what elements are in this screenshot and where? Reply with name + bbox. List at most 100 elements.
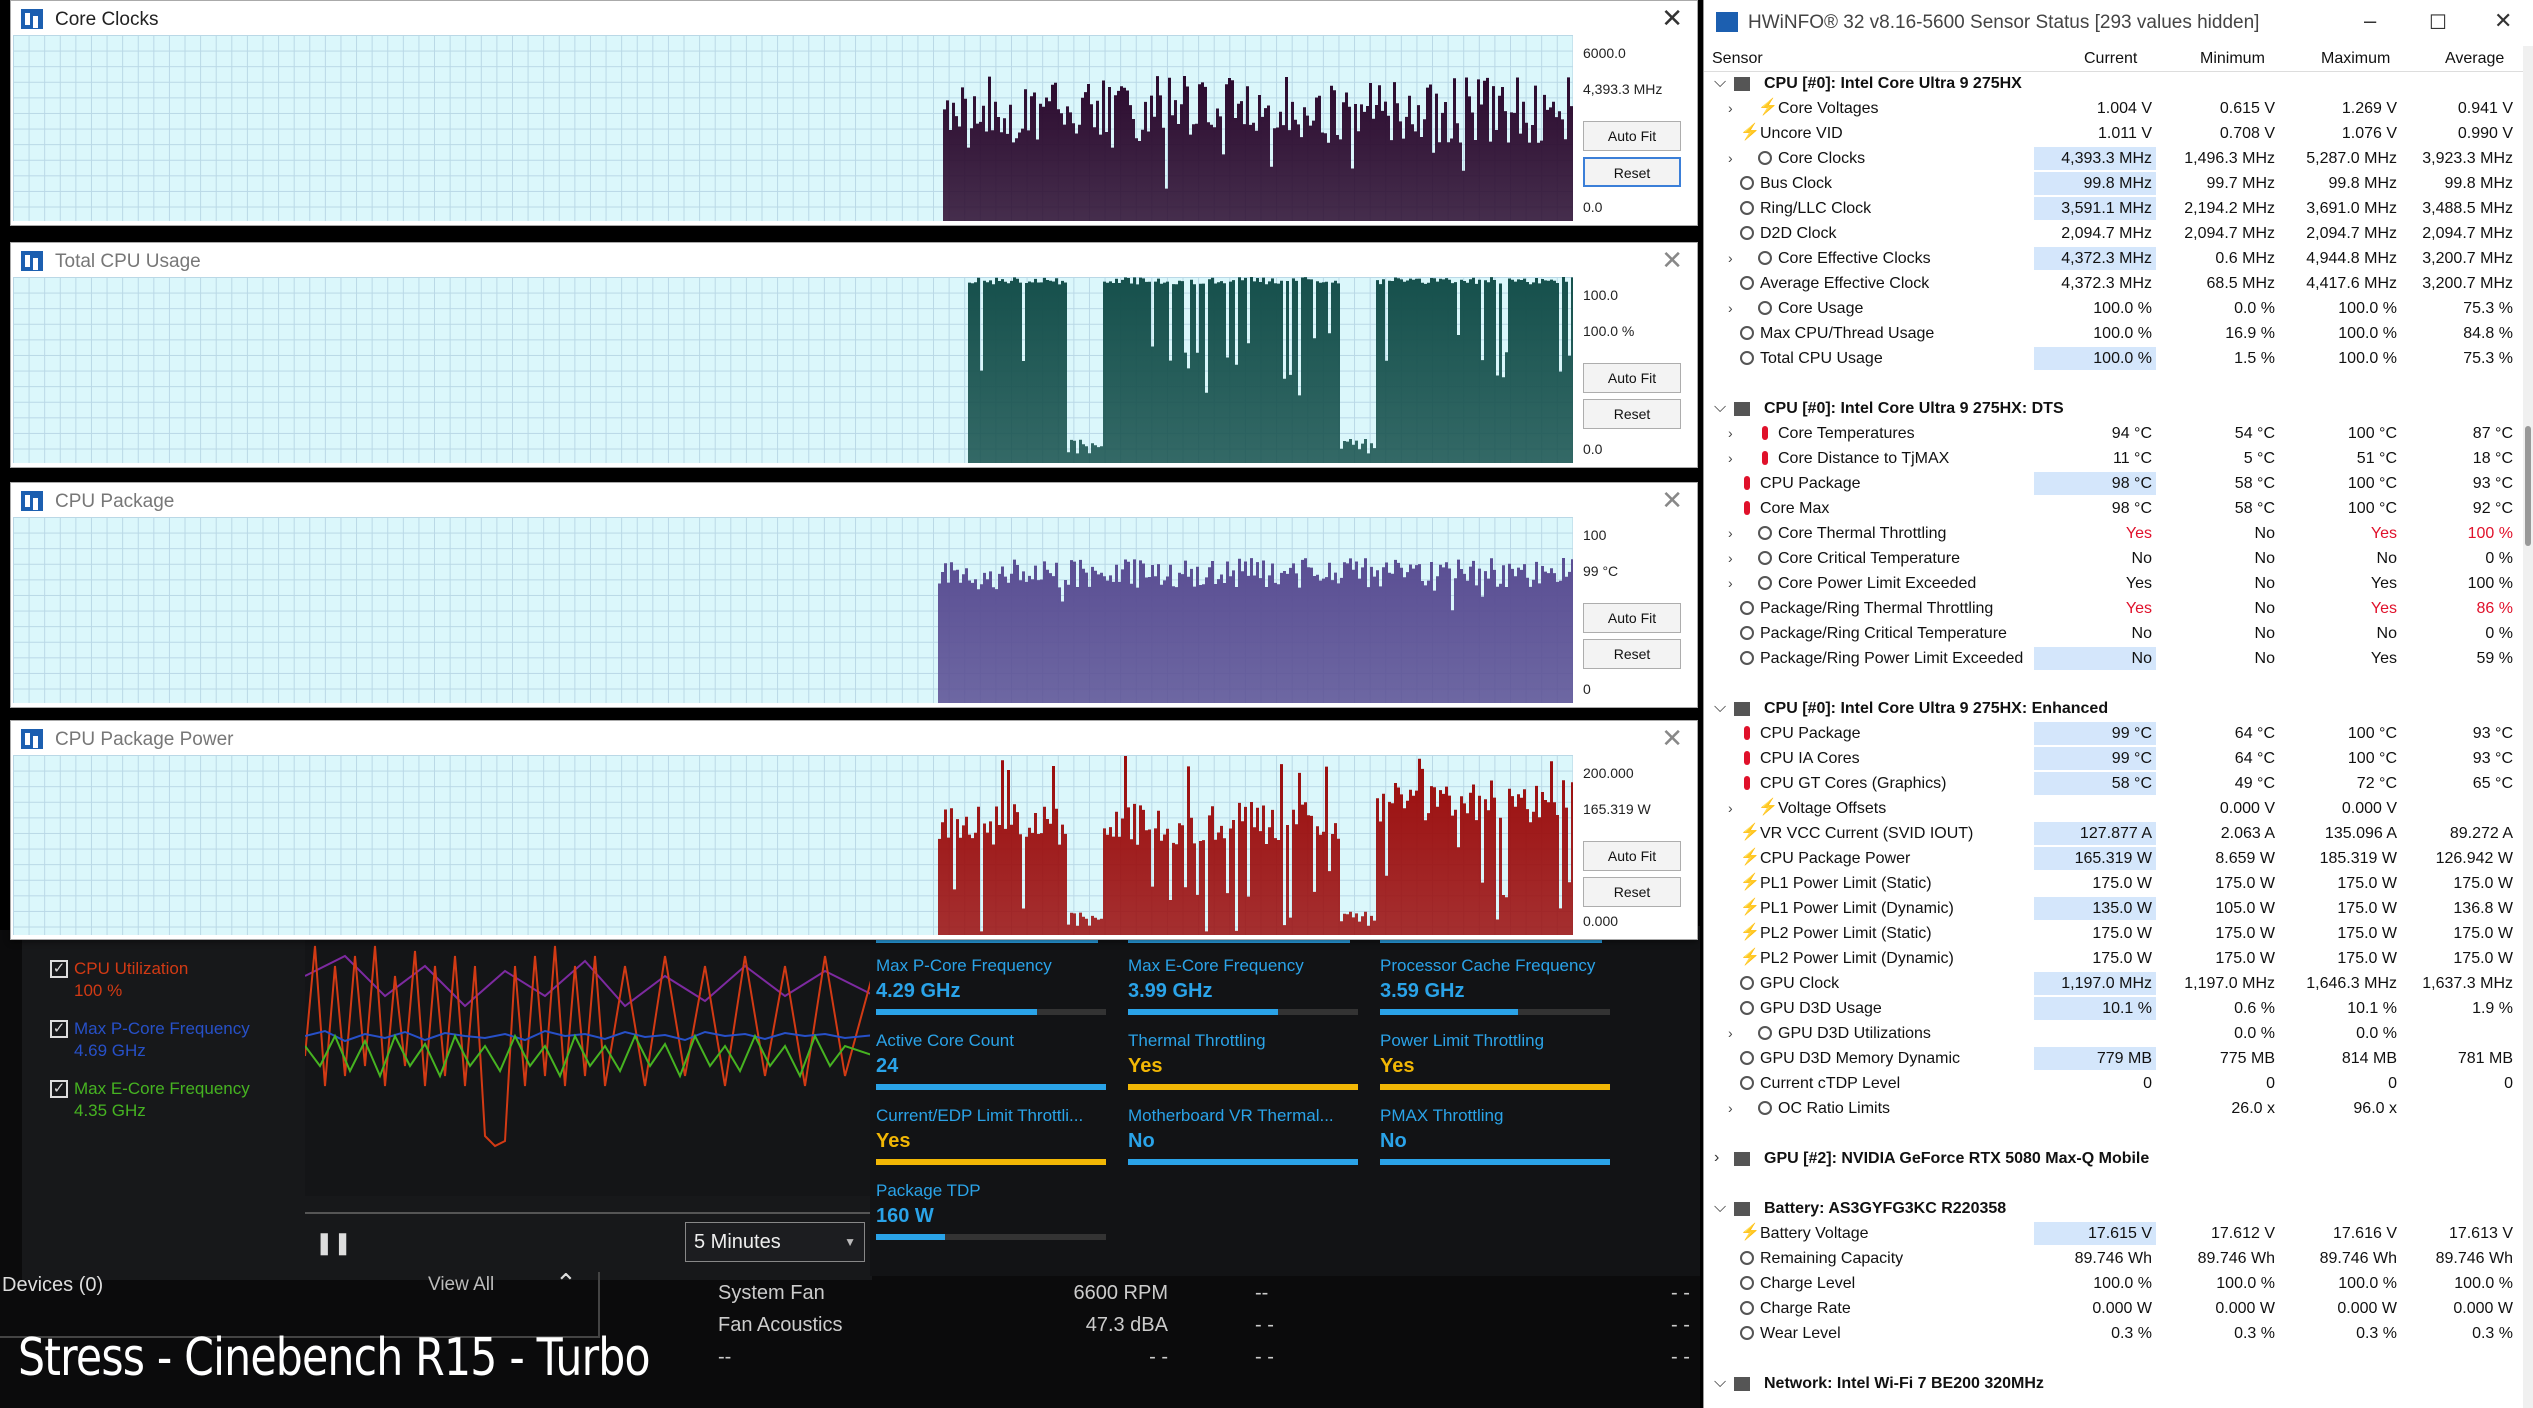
sensor-graph-window[interactable]: Core Clocks ✕ 6000.0 4,393.3 MHz Auto Fi… <box>10 0 1698 226</box>
auto-fit-button[interactable]: Auto Fit <box>1583 603 1681 633</box>
sensor-row[interactable]: › Core Thermal Throttling Yes No Yes 100 … <box>1704 522 2533 547</box>
sensor-row[interactable]: › ⚡ Voltage Offsets 0.000 V 0.000 V <box>1704 797 2533 822</box>
chevron-right-icon[interactable]: › <box>1728 1100 1733 1116</box>
sensor-row[interactable]: › Core Clocks 4,393.3 MHz 1,496.3 MHz 5,2… <box>1704 147 2533 172</box>
sensor-row[interactable]: Total CPU Usage 100.0 % 1.5 % 100.0 % 75… <box>1704 347 2533 372</box>
sensor-row[interactable]: › Core Power Limit Exceeded Yes No Yes 10… <box>1704 572 2533 597</box>
sensor-group[interactable]: ⌵ Network: Intel Wi-Fi 7 BE200 320MHz <box>1704 1372 2533 1397</box>
checkbox-icon[interactable]: ✓ <box>50 960 68 978</box>
reset-button[interactable]: Reset <box>1583 157 1681 187</box>
sensor-group[interactable]: ⌵ CPU [#0]: Intel Core Ultra 9 275HX: DT… <box>1704 397 2533 422</box>
legend-max-p-core[interactable]: ✓ Max P-Core Frequency 4.69 GHz <box>50 1018 250 1062</box>
reset-button[interactable]: Reset <box>1583 399 1681 429</box>
sensor-row[interactable]: ⚡ Uncore VID 1.011 V 0.708 V 1.076 V 0.99… <box>1704 122 2533 147</box>
reset-button[interactable]: Reset <box>1583 639 1681 669</box>
chevron-right-icon[interactable]: › <box>1728 525 1733 541</box>
graph-titlebar[interactable]: Core Clocks ✕ <box>11 1 1697 35</box>
sensor-row[interactable]: ⚡ Battery Voltage 17.615 V 17.612 V 17.61… <box>1704 1222 2533 1247</box>
maximize-icon[interactable]: ☐ <box>2429 10 2447 35</box>
chevron-right-icon[interactable]: › <box>1728 425 1733 441</box>
chevron-down-icon[interactable]: ⌵ <box>1714 399 1726 417</box>
sensor-row[interactable]: › Core Temperatures 94 °C 54 °C 100 °C 87… <box>1704 422 2533 447</box>
chevron-down-icon[interactable]: ⌵ <box>1714 699 1726 717</box>
chevron-right-icon[interactable]: › <box>1714 1149 1719 1167</box>
sensor-row[interactable]: Max CPU/Thread Usage 100.0 % 16.9 % 100.… <box>1704 322 2533 347</box>
chevron-right-icon[interactable]: › <box>1728 250 1733 266</box>
minimize-icon[interactable]: – <box>2364 8 2376 34</box>
checkbox-icon[interactable]: ✓ <box>50 1020 68 1038</box>
chevron-right-icon[interactable]: › <box>1728 450 1733 466</box>
close-icon[interactable]: ✕ <box>1661 245 1683 276</box>
sensor-group[interactable]: ⌵ CPU [#0]: Intel Core Ultra 9 275HX <box>1704 72 2533 97</box>
sensor-row[interactable]: › OC Ratio Limits 26.0 x 96.0 x <box>1704 1097 2533 1122</box>
sensor-row[interactable]: CPU Package 99 °C 64 °C 100 °C 93 °C <box>1704 722 2533 747</box>
legend-cpu-utilization[interactable]: ✓ CPU Utilization 100 % <box>50 958 188 1002</box>
col-sensor[interactable]: Sensor <box>1712 50 1763 68</box>
sensor-row[interactable]: ⚡ VR VCC Current (SVID IOUT) 127.877 A 2.… <box>1704 822 2533 847</box>
chevron-down-icon[interactable]: ⌵ <box>1714 1374 1726 1392</box>
chevron-right-icon[interactable]: › <box>1728 800 1733 816</box>
sensor-graph-window[interactable]: Total CPU Usage ✕ 100.0 100.0 % Auto Fit… <box>10 242 1698 468</box>
col-average[interactable]: Average <box>2445 50 2504 68</box>
sensor-row[interactable]: GPU D3D Memory Dynamic 779 MB 775 MB 814… <box>1704 1047 2533 1072</box>
chevron-right-icon[interactable]: › <box>1728 575 1733 591</box>
col-minimum[interactable]: Minimum <box>2200 50 2265 68</box>
reset-button[interactable]: Reset <box>1583 877 1681 907</box>
legend-max-e-core[interactable]: ✓ Max E-Core Frequency 4.35 GHz <box>50 1078 250 1122</box>
sensor-row[interactable]: CPU Package 98 °C 58 °C 100 °C 93 °C <box>1704 472 2533 497</box>
sensor-row[interactable]: Package/Ring Critical Temperature No No … <box>1704 622 2533 647</box>
sensor-row[interactable]: Wear Level 0.3 % 0.3 % 0.3 % 0.3 % <box>1704 1322 2533 1347</box>
chevron-right-icon[interactable]: › <box>1728 1025 1733 1041</box>
graph-titlebar[interactable]: CPU Package ✕ <box>11 483 1697 517</box>
time-window-select[interactable]: 5 Minutes ▼ <box>685 1222 865 1262</box>
sensor-row[interactable]: Charge Rate 0.000 W 0.000 W 0.000 W 0.00… <box>1704 1297 2533 1322</box>
scrollbar-thumb[interactable] <box>2525 426 2531 546</box>
close-icon[interactable]: ✕ <box>1661 485 1683 516</box>
view-all-link[interactable]: View All <box>428 1274 494 1296</box>
sensor-row[interactable]: Average Effective Clock 4,372.3 MHz 68.5… <box>1704 272 2533 297</box>
sensor-row[interactable]: › ⚡ Core Voltages 1.004 V 0.615 V 1.269 V … <box>1704 97 2533 122</box>
chevron-right-icon[interactable]: › <box>1728 550 1733 566</box>
sensor-row[interactable]: Remaining Capacity 89.746 Wh 89.746 Wh 8… <box>1704 1247 2533 1272</box>
checkbox-icon[interactable]: ✓ <box>50 1080 68 1098</box>
sensor-row[interactable]: Charge Level 100.0 % 100.0 % 100.0 % 100… <box>1704 1272 2533 1297</box>
scrollbar[interactable] <box>2523 46 2533 1408</box>
auto-fit-button[interactable]: Auto Fit <box>1583 363 1681 393</box>
sensor-row[interactable]: › Core Effective Clocks 4,372.3 MHz 0.6 M… <box>1704 247 2533 272</box>
pause-button[interactable]: ❚❚ <box>315 1230 352 1256</box>
sensor-row[interactable]: › Core Critical Temperature No No No 0 % <box>1704 547 2533 572</box>
sensor-row[interactable]: ⚡ CPU Package Power 165.319 W 8.659 W 185… <box>1704 847 2533 872</box>
sensor-group[interactable]: ⌵ Battery: AS3GYFG3KC R220358 <box>1704 1197 2533 1222</box>
sensor-graph-window[interactable]: CPU Package Power ✕ 200.000 165.319 W Au… <box>10 720 1698 940</box>
sensor-row[interactable]: GPU D3D Usage 10.1 % 0.6 % 10.1 % 1.9 % <box>1704 997 2533 1022</box>
sensor-row[interactable]: › Core Usage 100.0 % 0.0 % 100.0 % 75.3 % <box>1704 297 2533 322</box>
chevron-right-icon[interactable]: › <box>1728 300 1733 316</box>
sensor-row[interactable]: › Core Distance to TjMAX 11 °C 5 °C 51 °C… <box>1704 447 2533 472</box>
sensor-row[interactable]: ⚡ PL2 Power Limit (Static) 175.0 W 175.0 … <box>1704 922 2533 947</box>
sensor-row[interactable]: Bus Clock 99.8 MHz 99.7 MHz 99.8 MHz 99.… <box>1704 172 2533 197</box>
sensor-group[interactable]: ⌵ CPU [#0]: Intel Core Ultra 9 275HX: En… <box>1704 697 2533 722</box>
sensor-graph-window[interactable]: CPU Package ✕ 100 99 °C Auto Fit Reset 0 <box>10 482 1698 708</box>
chevron-up-icon[interactable]: ⌃ <box>555 1268 577 1299</box>
close-icon[interactable]: ✕ <box>1661 3 1683 34</box>
sensor-row[interactable]: Core Max 98 °C 58 °C 100 °C 92 °C <box>1704 497 2533 522</box>
close-icon[interactable]: ✕ <box>1661 723 1683 754</box>
sensor-row[interactable]: CPU GT Cores (Graphics) 58 °C 49 °C 72 °… <box>1704 772 2533 797</box>
chevron-down-icon[interactable]: ⌵ <box>1714 74 1726 92</box>
close-icon[interactable]: ✕ <box>2494 8 2512 34</box>
sensor-row[interactable]: GPU Clock 1,197.0 MHz 1,197.0 MHz 1,646.… <box>1704 972 2533 997</box>
chevron-right-icon[interactable]: › <box>1728 150 1733 166</box>
col-current[interactable]: Current <box>2084 50 2137 68</box>
sensor-row[interactable]: › GPU D3D Utilizations 0.0 % 0.0 % <box>1704 1022 2533 1047</box>
sensor-row[interactable]: Current cTDP Level 0 0 0 0 <box>1704 1072 2533 1097</box>
col-maximum[interactable]: Maximum <box>2321 50 2390 68</box>
graph-titlebar[interactable]: CPU Package Power ✕ <box>11 721 1697 755</box>
chevron-right-icon[interactable]: › <box>1728 100 1733 116</box>
sensor-row[interactable]: ⚡ PL2 Power Limit (Dynamic) 175.0 W 175.0… <box>1704 947 2533 972</box>
graph-titlebar[interactable]: Total CPU Usage ✕ <box>11 243 1697 277</box>
sensor-row[interactable]: Ring/LLC Clock 3,591.1 MHz 2,194.2 MHz 3… <box>1704 197 2533 222</box>
sensor-group[interactable]: › GPU [#2]: NVIDIA GeForce RTX 5080 Max-… <box>1704 1147 2533 1172</box>
sensor-row[interactable]: CPU IA Cores 99 °C 64 °C 100 °C 93 °C <box>1704 747 2533 772</box>
sensor-row[interactable]: D2D Clock 2,094.7 MHz 2,094.7 MHz 2,094.… <box>1704 222 2533 247</box>
auto-fit-button[interactable]: Auto Fit <box>1583 121 1681 151</box>
